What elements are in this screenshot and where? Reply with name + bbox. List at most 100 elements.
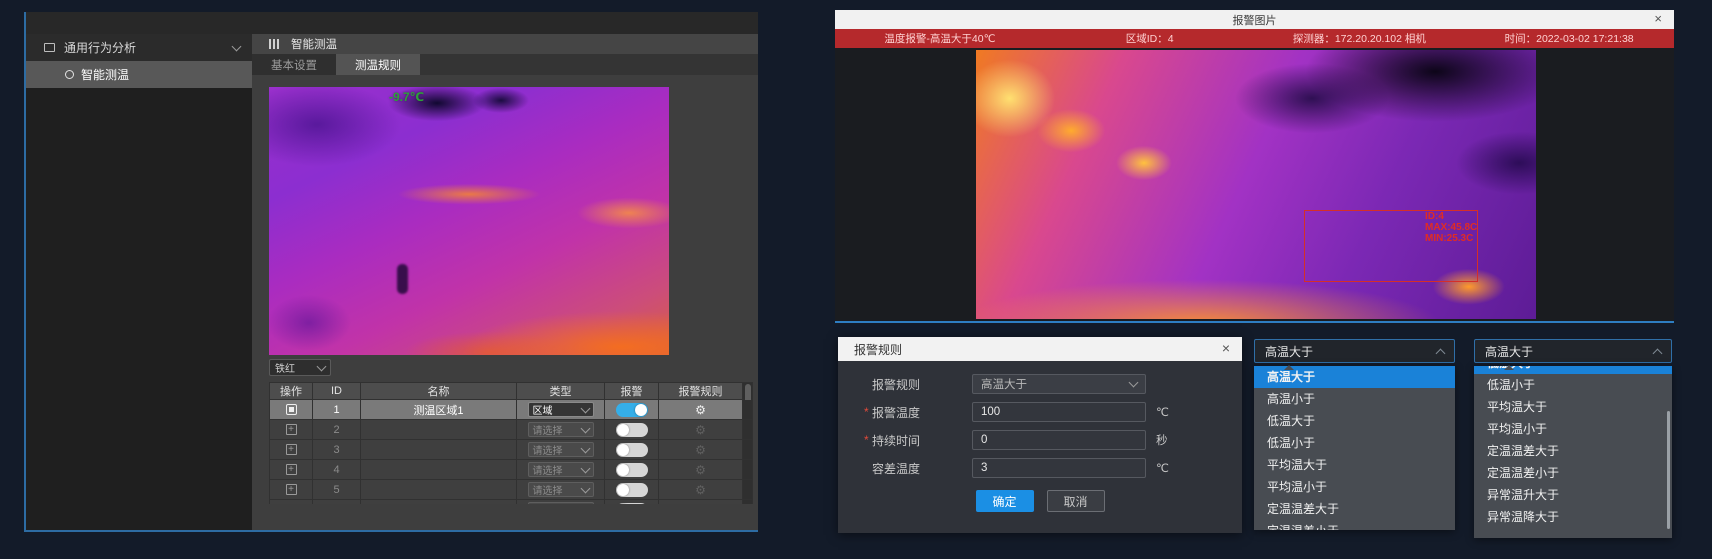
dropdown-caret: [1504, 360, 1514, 370]
table-scrollbar[interactable]: [743, 382, 753, 400]
dropdown-scrollbar[interactable]: [1667, 411, 1670, 529]
dropdown-option[interactable]: 平均温大于: [1474, 396, 1672, 418]
dropdown-option[interactable]: 高温小于: [1254, 388, 1455, 410]
type-select[interactable]: 请选择: [528, 462, 594, 477]
dropdown-option[interactable]: 平均温小于: [1254, 476, 1455, 498]
dropdown-option[interactable]: 定温温差小于: [1254, 520, 1455, 530]
alert-info-bar: 温度报警-高温大于40℃ 区域ID：4 探测器：172.20.20.102 相机…: [835, 29, 1674, 48]
draw-region-icon[interactable]: +: [286, 484, 297, 495]
dropdown-option[interactable]: 低温小于: [1254, 432, 1455, 454]
sidebar-item-smart-thermometry[interactable]: 智能测温: [26, 61, 252, 88]
chevron-down-icon: [1129, 378, 1139, 388]
tab-bar: 基本设置 测温规则: [252, 54, 758, 75]
draw-region-icon[interactable]: +: [286, 464, 297, 475]
screen: 通用行为分析 智能测温 智能测温 基本设置: [0, 0, 1712, 559]
stop-draw-icon[interactable]: [286, 404, 297, 415]
tab-thermometry-rules[interactable]: 测温规则: [336, 54, 420, 75]
sidebar-group-label: 通用行为分析: [64, 39, 233, 56]
gear-icon[interactable]: ⚙: [695, 404, 706, 416]
alarm-toggle[interactable]: [616, 443, 648, 457]
alarm-temperature-input[interactable]: [972, 402, 1146, 422]
rules-dialog-title: 报警规则: [854, 341, 902, 358]
gear-icon[interactable]: ⚙: [695, 484, 706, 496]
rule-type-options-left: 高温大于 高温小于 低温大于 低温小于 平均温大于 平均温小于 定温温差大于 定…: [1254, 366, 1455, 530]
tolerance-temperature-input[interactable]: [972, 458, 1146, 478]
alert-detector: 探测器：172.20.20.102 相机: [1255, 31, 1465, 46]
sidebar-group-behavior-analysis[interactable]: 通用行为分析: [26, 34, 252, 61]
field-duration: * 持续时间 秒: [838, 430, 1242, 450]
chevron-down-icon: [580, 503, 590, 504]
chevron-down-icon: [580, 403, 590, 413]
dropdown-option[interactable]: 定温温差小于: [1474, 462, 1672, 484]
region-temperature-labels: ID:4 MAX:45.8C MIN:25.3C: [1425, 211, 1477, 244]
table-header-row: 操作 ID 名称 类型 报警 报警规则: [269, 382, 753, 400]
chevron-down-icon: [580, 483, 590, 493]
chevron-up-icon: [1436, 348, 1446, 358]
dropdown-option[interactable]: 低温小于: [1474, 374, 1672, 396]
dropdown-option[interactable]: 平均温小于: [1474, 418, 1672, 440]
confirm-button[interactable]: 确定: [976, 490, 1034, 512]
alarm-region-rect: ID:4 MAX:45.8C MIN:25.3C: [1304, 210, 1478, 282]
sidebar: 通用行为分析 智能测温: [26, 34, 252, 530]
draw-region-icon[interactable]: +: [286, 424, 297, 435]
rule-type-options-right: 低温大于 低温小于 平均温大于 平均温小于 定温温差大于 定温温差小于 异常温升…: [1474, 366, 1672, 538]
type-select[interactable]: 请选择: [528, 482, 594, 497]
rule-type-dropdown-right: 高温大于 低温大于 低温小于 平均温大于 平均温小于 定温温差大于 定温温差小于…: [1474, 339, 1672, 538]
dropdown-option[interactable]: 平均温大于: [1254, 454, 1455, 476]
dropdown-option[interactable]: 异常温降大于: [1474, 506, 1672, 528]
close-icon[interactable]: ×: [1654, 11, 1662, 26]
alarm-rule-select[interactable]: 高温大于: [972, 374, 1146, 394]
type-select[interactable]: 区域: [528, 402, 594, 417]
alarm-toggle[interactable]: [616, 423, 648, 437]
chevron-down-icon: [317, 361, 327, 371]
palette-value: 铁红: [275, 360, 295, 375]
alert-message: 温度报警-高温大于40℃: [835, 31, 1045, 46]
alarm-thermal-image: ID:4 MAX:45.8C MIN:25.3C: [976, 50, 1536, 319]
alarm-toggle[interactable]: [616, 483, 648, 497]
chevron-up-icon: [1653, 348, 1663, 358]
chevron-down-icon: [232, 41, 242, 51]
alarm-window-title: 报警图片: [1233, 12, 1277, 28]
type-select[interactable]: 请选择: [528, 502, 594, 504]
gear-icon[interactable]: ⚙: [695, 424, 706, 436]
gear-icon[interactable]: ⚙: [695, 444, 706, 456]
settings-window-titlebar: [26, 12, 758, 34]
dropdown-option[interactable]: 定温温差大于: [1254, 498, 1455, 520]
drag-handle-icon: [269, 39, 279, 49]
dropdown-caret: [1284, 360, 1294, 370]
alarm-toggle[interactable]: [616, 463, 648, 477]
table-row: + 4 请选择 ⚙: [269, 460, 753, 480]
chevron-down-icon: [580, 443, 590, 453]
alarm-window-titlebar: 报警图片 ×: [835, 10, 1674, 29]
alarm-image-area: ID:4 MAX:45.8C MIN:25.3C: [835, 48, 1674, 321]
gear-icon[interactable]: ⚙: [695, 504, 706, 505]
alarm-toggle[interactable]: [616, 403, 648, 417]
rules-dialog-titlebar: 报警规则 ×: [838, 337, 1242, 361]
table-row: 1 测温区域1 区域 ⚙: [269, 400, 753, 420]
chevron-down-icon: [580, 423, 590, 433]
palette-select[interactable]: 铁红: [269, 359, 331, 376]
cancel-button[interactable]: 取消: [1047, 490, 1105, 512]
spot-temperature-label: -9.7℃: [389, 90, 424, 104]
table-row: + 5 请选择 ⚙: [269, 480, 753, 500]
content-title: 智能测温: [291, 36, 337, 52]
duration-input[interactable]: [972, 430, 1146, 450]
region-table: 操作 ID 名称 类型 报警 报警规则 1 测温区域1 区域: [269, 382, 753, 504]
tab-basic-settings[interactable]: 基本设置: [252, 54, 336, 75]
dropdown-option[interactable]: 低温大于: [1254, 410, 1455, 432]
gear-icon[interactable]: ⚙: [695, 464, 706, 476]
type-select[interactable]: 请选择: [528, 422, 594, 437]
alarm-toggle[interactable]: [616, 503, 648, 505]
field-alarm-temperature: * 报警温度 ℃: [838, 402, 1242, 422]
alarm-image-window: 报警图片 × 温度报警-高温大于40℃ 区域ID：4 探测器：172.20.20…: [835, 10, 1674, 323]
alert-time: 时间：2022-03-02 17:21:38: [1464, 31, 1674, 46]
dropdown-option[interactable]: 异常温升大于: [1474, 484, 1672, 506]
dropdown-option[interactable]: 定温温差大于: [1474, 440, 1672, 462]
thermal-preview-canvas[interactable]: -9.7℃: [269, 87, 669, 355]
draw-region-icon[interactable]: +: [286, 444, 297, 455]
person-silhouette: [397, 264, 408, 294]
rule-type-dropdown-left: 高温大于 高温大于 高温小于 低温大于 低温小于 平均温大于 平均温小于 定温温…: [1254, 339, 1455, 530]
content-header: 智能测温: [252, 34, 758, 54]
close-icon[interactable]: ×: [1222, 340, 1230, 356]
type-select[interactable]: 请选择: [528, 442, 594, 457]
